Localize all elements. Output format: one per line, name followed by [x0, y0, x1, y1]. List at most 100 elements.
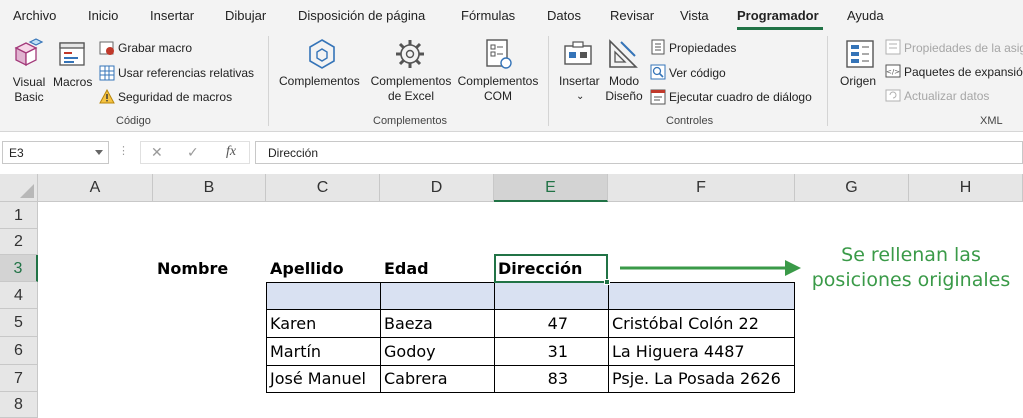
- annotation-arrow-icon: [620, 260, 801, 276]
- column-header-b[interactable]: B: [153, 174, 266, 202]
- tab-inicio[interactable]: Inicio: [88, 8, 118, 23]
- cell-e6[interactable]: 31: [494, 339, 608, 361]
- chevron-down-icon[interactable]: [95, 150, 103, 155]
- visual-basic-button[interactable]: Visual Basic: [8, 75, 50, 105]
- modo-diseno-button[interactable]: Modo Diseño: [602, 74, 646, 104]
- fill-handle[interactable]: [604, 279, 610, 285]
- warning-icon: [99, 89, 115, 104]
- tab-ayuda[interactable]: Ayuda: [847, 8, 884, 23]
- group-label-controles: Controles: [666, 115, 714, 127]
- ejecutar-cuadro-button[interactable]: Ejecutar cuadro de diálogo: [669, 90, 812, 105]
- column-header-e[interactable]: E: [494, 174, 608, 202]
- group-separator: [548, 36, 549, 126]
- group-label-xml: XML: [980, 115, 1003, 127]
- actualizar-datos-button[interactable]: Actualizar datos: [904, 89, 989, 104]
- table-border: [794, 282, 795, 392]
- expansion-packs-icon: </>: [885, 64, 901, 78]
- cell-f5[interactable]: Cristóbal Colón 22: [608, 311, 795, 333]
- row-header-5[interactable]: 5: [0, 309, 38, 337]
- row-header-8[interactable]: 8: [0, 392, 38, 418]
- table-border: [266, 282, 267, 392]
- cell-f7[interactable]: Psje. La Posada 2626: [608, 366, 795, 388]
- row-header-4[interactable]: 4: [0, 282, 38, 309]
- complementos-com-button[interactable]: Complementos COM: [453, 74, 543, 104]
- tab-programador[interactable]: Programador: [737, 8, 819, 23]
- cell-c5[interactable]: Karen: [266, 311, 380, 333]
- column-header-f[interactable]: F: [608, 174, 795, 202]
- tab-formulas[interactable]: Fórmulas: [461, 8, 515, 23]
- selected-cell-outline: [494, 254, 608, 283]
- origen-button[interactable]: Origen: [840, 74, 876, 89]
- complementos-excel-button[interactable]: Complementos de Excel: [367, 74, 455, 104]
- macros-icon: [59, 42, 85, 66]
- table-border: [380, 282, 381, 392]
- com-add-ins-icon: [486, 39, 512, 69]
- tab-insertar[interactable]: Insertar: [150, 8, 194, 23]
- chevron-down-icon[interactable]: ⌄: [576, 89, 584, 104]
- complementos-button[interactable]: Complementos: [279, 74, 360, 89]
- formula-input[interactable]: Dirección: [255, 141, 1023, 164]
- formula-bar: E3 ⋮ ✕ ✓ fx Dirección: [0, 141, 1023, 165]
- name-box[interactable]: E3: [2, 141, 109, 164]
- properties-icon: [651, 39, 665, 55]
- group-separator: [827, 36, 828, 126]
- cell-b3-nombre[interactable]: Nombre: [153, 256, 266, 278]
- table-border: [608, 282, 609, 392]
- row-header-7[interactable]: 7: [0, 365, 38, 392]
- paquetes-expansion-button[interactable]: Paquetes de expansió: [904, 65, 1023, 80]
- column-header-g[interactable]: G: [795, 174, 909, 202]
- xml-source-icon: [846, 40, 874, 68]
- cell-d3-edad[interactable]: Edad: [380, 256, 494, 278]
- cell-f6[interactable]: La Higuera 4487: [608, 339, 795, 361]
- insertar-button[interactable]: Insertar: [559, 74, 600, 89]
- cell-c3-apellido[interactable]: Apellido: [266, 256, 380, 278]
- check-icon[interactable]: ✓: [187, 144, 199, 161]
- column-header-h[interactable]: H: [909, 174, 1023, 202]
- insert-function-icon[interactable]: fx: [226, 144, 236, 160]
- cell-d6[interactable]: Godoy: [380, 339, 494, 361]
- cell-d7[interactable]: Cabrera: [380, 366, 494, 388]
- cell-d5[interactable]: Baeza: [380, 311, 494, 333]
- grabar-macro-button[interactable]: Grabar macro: [118, 41, 192, 56]
- propiedades-button[interactable]: Propiedades: [669, 41, 736, 56]
- row-header-1[interactable]: 1: [0, 202, 38, 229]
- select-all-icon: [20, 184, 34, 198]
- view-code-icon: [650, 64, 666, 80]
- cell-c7[interactable]: José Manuel: [266, 366, 380, 388]
- visual-basic-icon: [14, 38, 44, 67]
- column-header-d[interactable]: D: [380, 174, 494, 202]
- tab-revisar[interactable]: Revisar: [610, 8, 654, 23]
- tab-vista[interactable]: Vista: [680, 8, 709, 23]
- row-header-6[interactable]: 6: [0, 337, 38, 365]
- table-border: [494, 282, 495, 392]
- tab-disposicion[interactable]: Disposición de página: [298, 8, 425, 23]
- menu-bar: Archivo Inicio Insertar Dibujar Disposic…: [0, 0, 1023, 30]
- run-dialog-icon: [650, 89, 666, 105]
- tab-datos[interactable]: Datos: [547, 8, 581, 23]
- table-row-blank-filled[interactable]: [266, 282, 795, 309]
- column-header-a[interactable]: A: [38, 174, 153, 202]
- row-header-3[interactable]: 3: [0, 255, 38, 282]
- cell-c6[interactable]: Martín: [266, 339, 380, 361]
- seguridad-macros-button[interactable]: Seguridad de macros: [118, 90, 232, 105]
- group-label-codigo: Código: [116, 115, 151, 127]
- usar-referencias-button[interactable]: Usar referencias relativas: [118, 66, 254, 81]
- gear-icon: [396, 40, 424, 68]
- tab-dibujar[interactable]: Dibujar: [225, 8, 266, 23]
- cancel-icon[interactable]: ✕: [151, 144, 163, 161]
- table-border: [266, 337, 795, 338]
- tab-archivo[interactable]: Archivo: [13, 8, 56, 23]
- row-header-2[interactable]: 2: [0, 229, 38, 255]
- table-border: [266, 365, 795, 366]
- cell-e7[interactable]: 83: [494, 366, 608, 388]
- propiedades-asignacion-button[interactable]: Propiedades de la asig: [904, 41, 1023, 56]
- design-mode-icon: [609, 39, 638, 68]
- refresh-data-icon: [885, 89, 901, 102]
- ribbon: Visual Basic Macros Grabar macro Usar re…: [0, 30, 1023, 132]
- column-header-c[interactable]: C: [266, 174, 380, 202]
- cell-e5[interactable]: 47: [494, 311, 608, 333]
- macros-button[interactable]: Macros: [53, 75, 92, 90]
- ver-codigo-button[interactable]: Ver código: [669, 66, 726, 81]
- annotation-text: Se rellenan las posiciones originales: [811, 244, 1011, 291]
- insert-controls-icon: [564, 41, 592, 65]
